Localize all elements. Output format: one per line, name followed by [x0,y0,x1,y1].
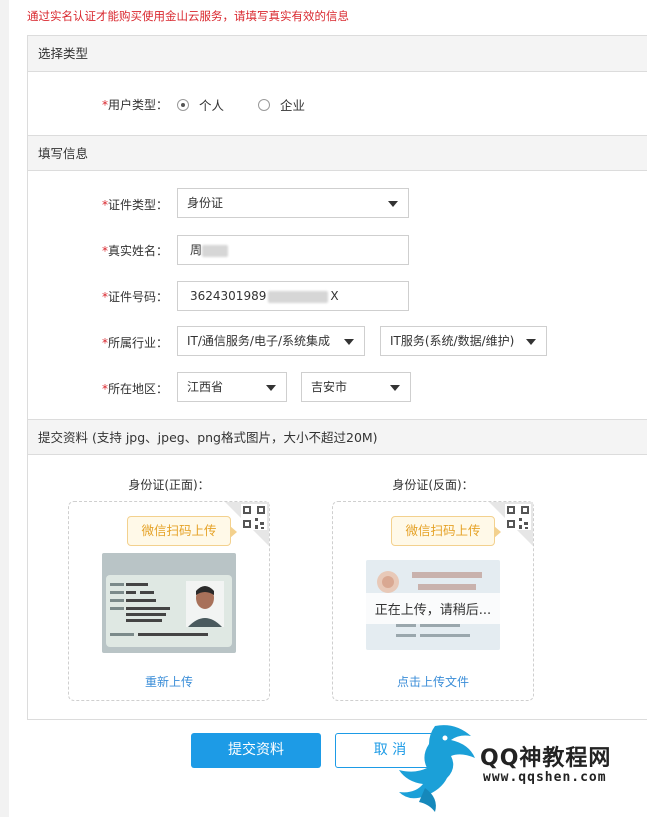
redacted-blur [268,290,329,303]
section-header-info: 填写信息 [28,135,647,171]
industry-sub-select[interactable]: IT服务(系统/数据/维护) [380,326,547,356]
id-front-upload-card[interactable]: 微信扫码上传 重新上传 [68,501,270,701]
user-type-label: *用户类型： [101,98,168,112]
radio-unchecked-icon [258,98,270,111]
chevron-down-icon [390,385,400,391]
real-name-label: *真实姓名： [101,244,168,258]
watermark-url: www.qqshen.com [483,770,607,785]
section-header-upload: 提交资料 (支持 jpg、jpeg、png格式图片，大小不超过20M) [28,419,647,455]
id-back-title: 身份证(反面)： [392,478,474,492]
province-select[interactable]: 江西省 [177,372,287,402]
wechat-scan-upload-button[interactable]: 微信扫码上传 [127,516,237,546]
realname-notice: 通过实名认证才能购买使用金山云服务，请填写真实有效的信息 [27,9,349,23]
reupload-link[interactable]: 重新上传 [69,673,269,690]
submit-button[interactable]: 提交资料 [191,733,321,768]
redacted-blur [202,244,229,257]
city-select[interactable]: 吉安市 [301,372,411,402]
wechat-scan-upload-button[interactable]: 微信扫码上传 [391,516,501,546]
industry-label: *所属行业： [101,336,168,350]
id-type-select[interactable]: 身份证 [177,188,409,218]
uploading-status: 正在上传，请稍后... [366,593,500,624]
id-number-label: *证件号码： [101,290,168,304]
qr-code-icon[interactable] [225,502,269,546]
id-back-photo: 正在上传，请稍后... [366,560,500,650]
radio-checked-icon [177,98,189,111]
region-label: *所在地区： [101,382,168,396]
left-sidebar-strip [0,0,9,817]
qqshen-watermark: QQ神教程网 www.qqshen.com [385,718,647,817]
chevron-down-icon [526,339,536,345]
industry-select[interactable]: IT/通信服务/电子/系统集成 [177,326,365,356]
chevron-down-icon [388,201,398,207]
radio-enterprise[interactable]: 企业 [258,95,305,114]
chevron-down-icon [266,385,276,391]
section-header-type: 选择类型 [28,36,647,72]
id-back-upload-card[interactable]: 微信扫码上传 正在上传，请稍后... 点击上传文件 [332,501,534,701]
watermark-title: QQ神教程网 [480,746,612,771]
real-name-input[interactable]: 周 [177,235,409,265]
id-front-photo [102,553,236,653]
id-front-title: 身份证(正面)： [128,478,210,492]
chevron-down-icon [344,339,354,345]
click-upload-link[interactable]: 点击上传文件 [333,673,533,690]
radio-personal[interactable]: 个人 [177,95,224,114]
dragon-logo-icon [399,725,475,812]
qr-code-icon[interactable] [489,502,533,546]
verification-form: 选择类型 *用户类型： 个人 企业 填写信息 *证件类型： 身份证 *真实姓名：… [27,35,647,720]
id-type-label: *证件类型： [101,198,168,212]
id-number-input[interactable]: 3624301989 X [177,281,409,311]
